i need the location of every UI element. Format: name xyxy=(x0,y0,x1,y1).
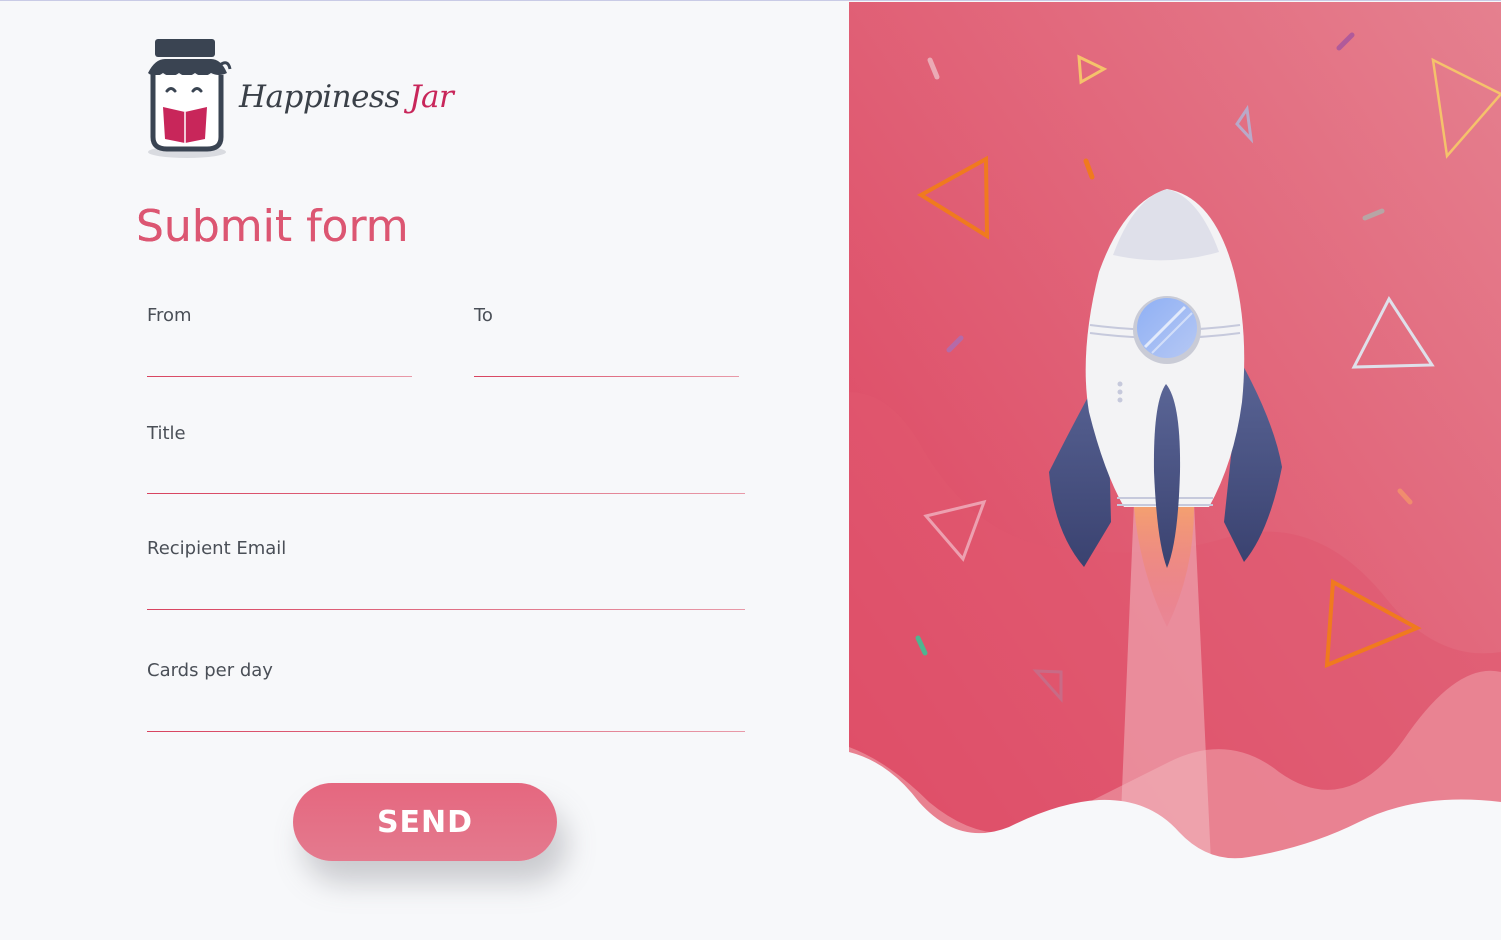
brand-name-part2: Jar xyxy=(409,79,454,115)
recipient-email-field-group: Recipient Email xyxy=(147,538,745,610)
to-label: To xyxy=(474,305,493,326)
from-underline xyxy=(147,375,412,377)
jar-reading-book-icon xyxy=(148,39,232,158)
from-label: From xyxy=(147,305,192,326)
cards-per-day-input[interactable] xyxy=(147,698,745,732)
brand-name: Happiness Jar xyxy=(239,79,454,115)
logo: Happiness Jar xyxy=(145,39,454,164)
brand-name-part1: Happiness xyxy=(239,79,400,115)
title-field-group: Title xyxy=(147,423,745,494)
recipient-email-label: Recipient Email xyxy=(147,538,287,559)
rocket-launch-icon xyxy=(849,2,1501,940)
cards-per-day-label: Cards per day xyxy=(147,660,273,681)
title-label: Title xyxy=(147,423,186,444)
title-underline xyxy=(147,492,745,494)
title-input[interactable] xyxy=(147,460,745,494)
recipient-email-underline xyxy=(147,608,745,610)
page-title: Submit form xyxy=(136,201,409,252)
send-button[interactable]: SEND xyxy=(293,783,557,861)
to-underline xyxy=(474,375,739,377)
page: Happiness Jar Submit form From To Title … xyxy=(0,0,1501,940)
recipient-email-input[interactable] xyxy=(147,576,745,610)
from-field-group: From xyxy=(147,305,412,377)
to-input[interactable] xyxy=(474,343,739,377)
from-input[interactable] xyxy=(147,343,412,377)
cards-per-day-underline xyxy=(147,730,745,732)
to-field-group: To xyxy=(474,305,739,377)
cards-per-day-field-group: Cards per day xyxy=(147,660,745,732)
